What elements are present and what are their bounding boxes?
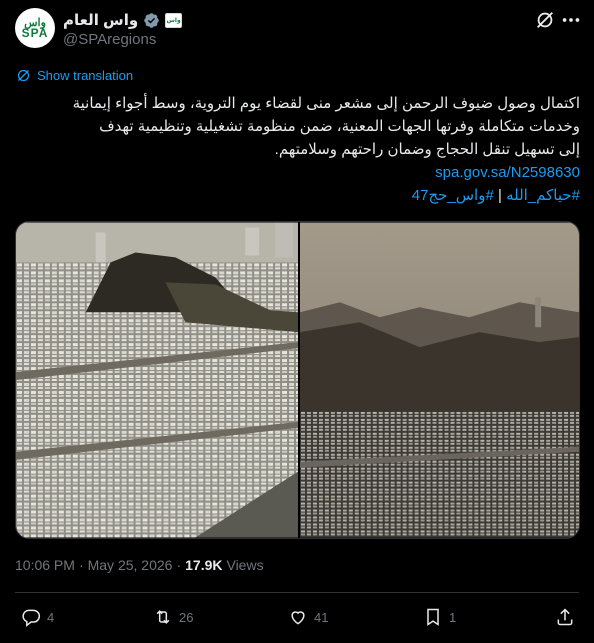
media-photo-left[interactable] [16, 222, 298, 538]
bookmark-button[interactable]: 1 [423, 607, 456, 627]
hashtag-link[interactable]: #واس_حج47 [412, 187, 494, 204]
account-handle[interactable]: @SPAregions [63, 31, 156, 48]
views-count: 17.9K [185, 557, 223, 573]
tweet-date[interactable]: May 25, 2026 [88, 557, 173, 573]
meta-separator: · [78, 557, 84, 573]
account-name-row: واس العام واس [63, 10, 183, 30]
repost-icon [156, 610, 170, 624]
share-icon [557, 608, 573, 626]
reply-icon [22, 609, 41, 627]
like-count: 41 [314, 609, 329, 625]
bookmark-icon [427, 608, 439, 626]
like-button[interactable]: 41 [288, 607, 328, 627]
tweet-line: اكتمال وصول ضيوف الرحمن إلى مشعر منى لقض… [72, 95, 580, 112]
repost-count: 26 [179, 609, 194, 625]
tweet-hashtags: #حياكم_الله | #واس_حج47 [16, 184, 580, 207]
hashtag-separator: | [493, 187, 507, 204]
hashtag-link[interactable]: #حياكم_الله [506, 187, 580, 204]
more-options-icon[interactable] [560, 9, 582, 31]
affiliate-badge-text: واس [166, 17, 181, 24]
tweet-text: اكتمال وصول ضيوف الرحمن إلى مشعر منى لقض… [16, 92, 580, 207]
tweet-line: إلى تسهيل تنقل الحجاج وضمان راحتهم وسلام… [274, 141, 580, 158]
avatar-logo-latin: SPA [21, 25, 49, 40]
display-name[interactable]: واس العام [63, 11, 138, 29]
avatar[interactable]: واس SPA [15, 8, 55, 48]
bookmark-count: 1 [449, 609, 457, 625]
views-label: Views [226, 557, 264, 573]
grok-icon[interactable] [534, 9, 556, 31]
tweet-line: وخدمات متكاملة وفرتها الجهات المعنية، ضم… [99, 118, 580, 135]
media-photo-right[interactable] [300, 222, 579, 538]
verified-badge-icon[interactable] [143, 12, 160, 29]
show-translation-label: Show translation [37, 68, 134, 83]
show-translation[interactable]: Show translation [16, 68, 133, 83]
heart-icon [291, 611, 305, 625]
repost-button[interactable]: 26 [153, 607, 193, 627]
tweet-time[interactable]: 10:06 PM [15, 557, 75, 573]
tweet-meta: 10:06 PM · May 25, 2026 · 17.9K Views [15, 557, 264, 573]
reply-button[interactable]: 4 [21, 607, 54, 627]
meta-separator: · [176, 557, 182, 573]
share-button[interactable] [555, 607, 575, 627]
media-gallery [15, 221, 580, 539]
tweet-link[interactable]: spa.gov.sa/N2598630 [16, 161, 580, 184]
affiliate-badge-icon[interactable]: واس [165, 12, 183, 28]
reply-count: 4 [47, 609, 55, 625]
divider [15, 592, 579, 593]
translate-icon [17, 69, 30, 82]
